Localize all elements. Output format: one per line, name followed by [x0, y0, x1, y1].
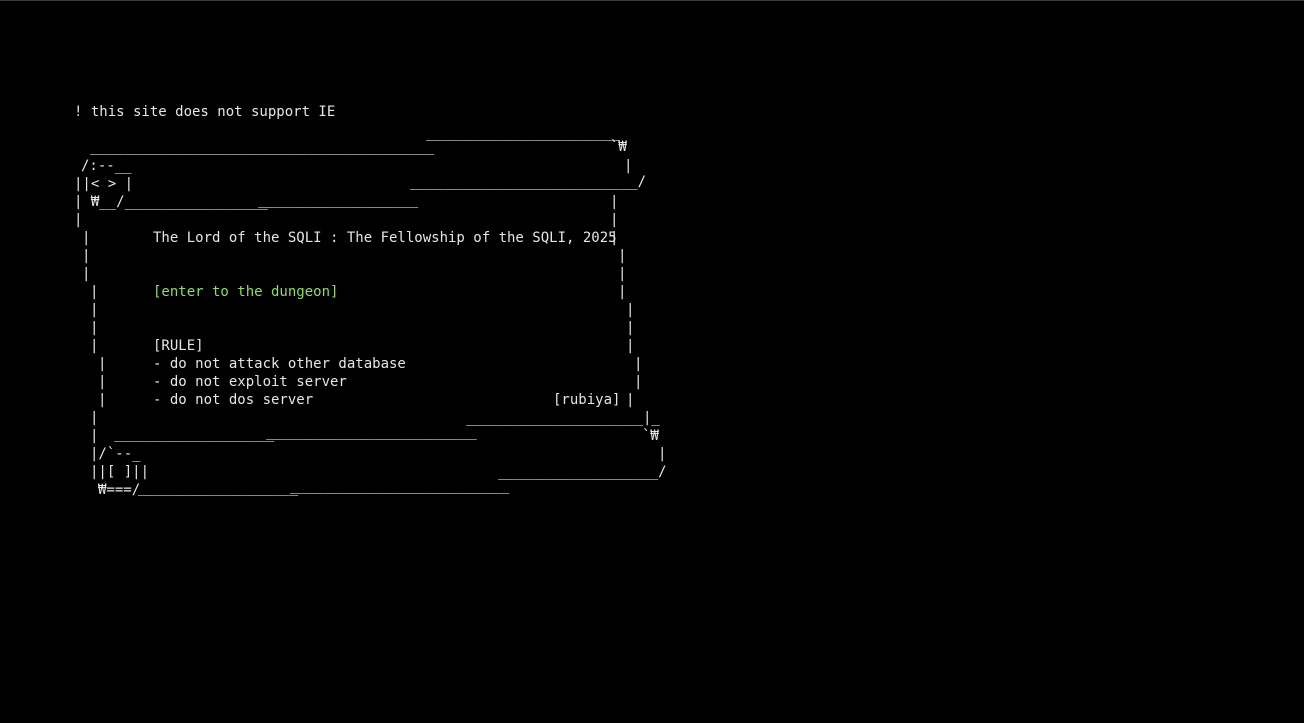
scroll-art-line: _____________________|_ — [466, 410, 660, 426]
scroll-art-line: ______________________ — [90, 139, 276, 155]
scroll-art-line: | — [90, 410, 99, 426]
scroll-art-line: | — [626, 320, 635, 336]
scroll-art-line: ___________________ — [138, 480, 299, 496]
scroll-art-line: | ₩__/_________________ — [74, 194, 268, 210]
scroll-art-line: | — [626, 302, 635, 318]
scroll-art-line: | — [82, 248, 91, 264]
scroll-art-line: _______________________ — [426, 125, 620, 141]
scroll-art-line: | — [90, 302, 99, 318]
page-title: The Lord of the SQLI : The Fellowship of… — [153, 230, 617, 246]
rule-item: - do not exploit server — [153, 374, 347, 390]
window-top-border — [0, 0, 1304, 1]
scroll-art-line: | — [74, 212, 83, 228]
scroll-art-line: | — [98, 374, 107, 390]
scroll-art-line: ||< > | — [74, 176, 134, 192]
scroll-art-line: | — [626, 392, 635, 408]
scroll-art-line: `₩ — [642, 428, 659, 444]
ie-support-notice: ! this site does not support IE — [74, 104, 336, 120]
scroll-art-line: ___________________/ — [498, 464, 667, 480]
scroll-art-line: ___________________ — [114, 426, 275, 442]
scroll-art-line: | — [618, 266, 627, 282]
scroll-art-line: ___________________ — [274, 139, 435, 155]
scroll-art-line: | — [610, 194, 619, 210]
scroll-art-line: | — [618, 248, 627, 264]
rule-item: - do not dos server — [153, 392, 314, 408]
scroll-art-line: __________________________ — [290, 478, 510, 494]
scroll-art-line: | — [634, 374, 643, 390]
scroll-art-line: _________________________ — [266, 424, 477, 440]
scroll-art-line: | — [98, 392, 107, 408]
scroll-art-line: |/`--_ — [90, 446, 141, 462]
scroll-art-line: | — [634, 356, 643, 372]
scroll-art-line: | — [658, 446, 667, 462]
scroll-art-line: | — [82, 266, 91, 282]
rule-item: - do not attack other database — [153, 356, 406, 372]
scroll-art-line: | — [82, 230, 91, 246]
scroll-art-line: | — [90, 320, 99, 336]
author-signature: [rubiya] — [553, 392, 621, 408]
scroll-art-line: | — [626, 338, 635, 354]
scroll-art-line: | — [90, 428, 99, 444]
scroll-art-line: | — [90, 338, 99, 354]
scroll-art-line: | — [610, 212, 619, 228]
rules-heading: [RULE] — [153, 338, 204, 354]
scroll-art-line: ₩===/ — [98, 482, 141, 498]
scroll-art-line: ___________________________/ — [410, 174, 647, 190]
enter-dungeon-link[interactable]: [enter to the dungeon] — [153, 283, 338, 301]
scroll-art-line: /:--__ — [81, 158, 132, 174]
scroll-art-line: ___________________ — [258, 192, 419, 208]
scroll-art-line: | — [90, 284, 99, 300]
scroll-art-line: `₩ — [610, 139, 627, 155]
scroll-art-line: | — [98, 356, 107, 372]
scroll-art-line: | — [618, 284, 627, 300]
